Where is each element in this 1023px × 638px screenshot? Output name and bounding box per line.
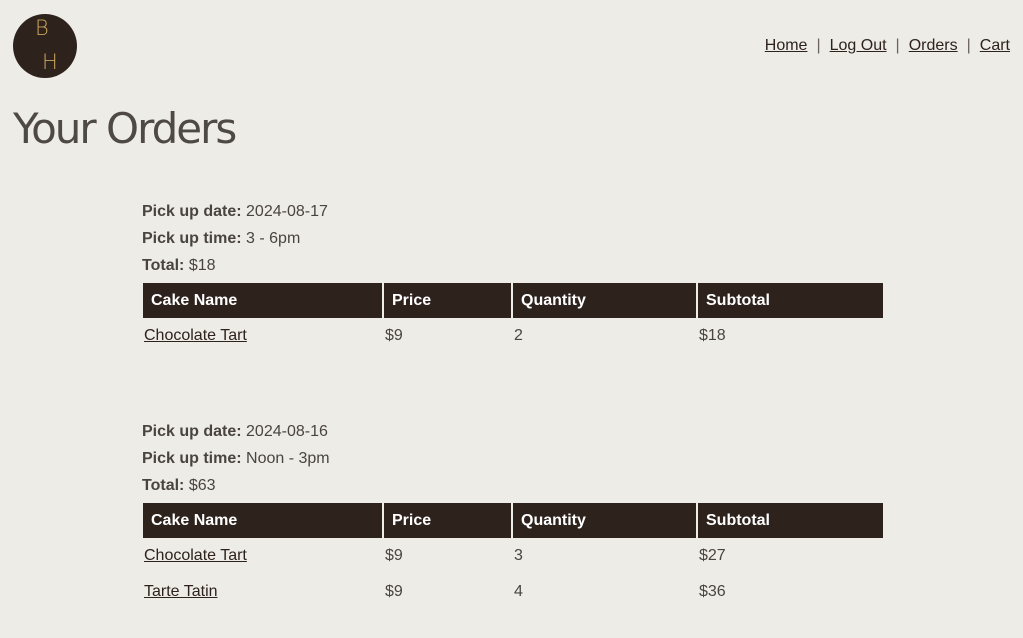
cake-name-cell: Tarte Tatin	[143, 574, 382, 610]
pickup-time-label: Pick up time:	[142, 230, 242, 247]
cake-name-cell: Chocolate Tart	[143, 318, 382, 354]
price-cell: $9	[385, 327, 403, 344]
subtotal-cell: $27	[699, 547, 726, 564]
pickup-time-label: Pick up time:	[142, 450, 242, 467]
total-label: Total:	[142, 477, 185, 494]
cake-name-cell: Chocolate Tart	[143, 538, 382, 574]
order-card: Pick up date: 2024-08-16 Pick up time: N…	[141, 418, 885, 610]
main-nav: Home | Log Out | Orders | Cart	[765, 37, 1010, 55]
nav-home-link[interactable]: Home	[765, 37, 808, 54]
pickup-date-label: Pick up date:	[142, 423, 242, 440]
pickup-date-row: Pick up date: 2024-08-16	[142, 418, 882, 445]
column-header-quantity: Quantity	[513, 283, 696, 318]
page-title: Your Orders	[13, 104, 237, 153]
column-header-subtotal: Subtotal	[698, 503, 883, 538]
price-cell: $9	[385, 547, 403, 564]
nav-separator: |	[966, 37, 971, 54]
logo-letter-top: B	[35, 16, 49, 40]
table-header-row: Cake Name Price Quantity Subtotal	[143, 283, 883, 318]
column-header-quantity: Quantity	[513, 503, 696, 538]
subtotal-cell: $18	[699, 327, 726, 344]
site-logo[interactable]: B H	[13, 14, 77, 78]
quantity-cell: 4	[514, 583, 523, 600]
pickup-date-label: Pick up date:	[142, 203, 242, 220]
column-header-subtotal: Subtotal	[698, 283, 883, 318]
column-header-price: Price	[384, 283, 511, 318]
column-header-cake-name: Cake Name	[143, 283, 382, 318]
table-row: Tarte Tatin $9 4 $36	[143, 574, 883, 610]
order-card: Pick up date: 2024-08-17 Pick up time: 3…	[141, 198, 885, 354]
pickup-time-value: 3 - 6pm	[246, 230, 301, 247]
order-items-table: Cake Name Price Quantity Subtotal Chocol…	[141, 283, 885, 354]
cake-name-link[interactable]: Tarte Tatin	[144, 583, 218, 600]
pickup-time-row: Pick up time: 3 - 6pm	[142, 225, 882, 252]
total-row: Total: $63	[142, 472, 882, 499]
pickup-time-row: Pick up time: Noon - 3pm	[142, 445, 882, 472]
total-label: Total:	[142, 257, 185, 274]
total-value: $18	[188, 257, 216, 274]
nav-orders-link[interactable]: Orders	[909, 37, 958, 54]
table-header-row: Cake Name Price Quantity Subtotal	[143, 503, 883, 538]
table-row: Chocolate Tart $9 2 $18	[143, 318, 883, 354]
total-value: $63	[188, 477, 216, 494]
cake-name-link[interactable]: Chocolate Tart	[144, 327, 247, 344]
pickup-time-value: Noon - 3pm	[246, 450, 330, 467]
table-row: Chocolate Tart $9 3 $27	[143, 538, 883, 574]
nav-separator: |	[895, 37, 900, 54]
logo-letter-bottom: H	[42, 50, 58, 74]
pickup-date-value: 2024-08-17	[246, 203, 328, 220]
cake-name-link[interactable]: Chocolate Tart	[144, 547, 247, 564]
nav-logout-link[interactable]: Log Out	[830, 37, 887, 54]
order-items-table: Cake Name Price Quantity Subtotal Chocol…	[141, 503, 885, 610]
quantity-cell: 3	[514, 547, 523, 564]
price-cell: $9	[385, 583, 403, 600]
nav-cart-link[interactable]: Cart	[980, 37, 1010, 54]
column-header-cake-name: Cake Name	[143, 503, 382, 538]
pickup-date-value: 2024-08-16	[246, 423, 328, 440]
pickup-date-row: Pick up date: 2024-08-17	[142, 198, 882, 225]
total-row: Total: $18	[142, 252, 882, 279]
column-header-price: Price	[384, 503, 511, 538]
subtotal-cell: $36	[699, 583, 726, 600]
nav-separator: |	[816, 37, 821, 54]
quantity-cell: 2	[514, 327, 523, 344]
